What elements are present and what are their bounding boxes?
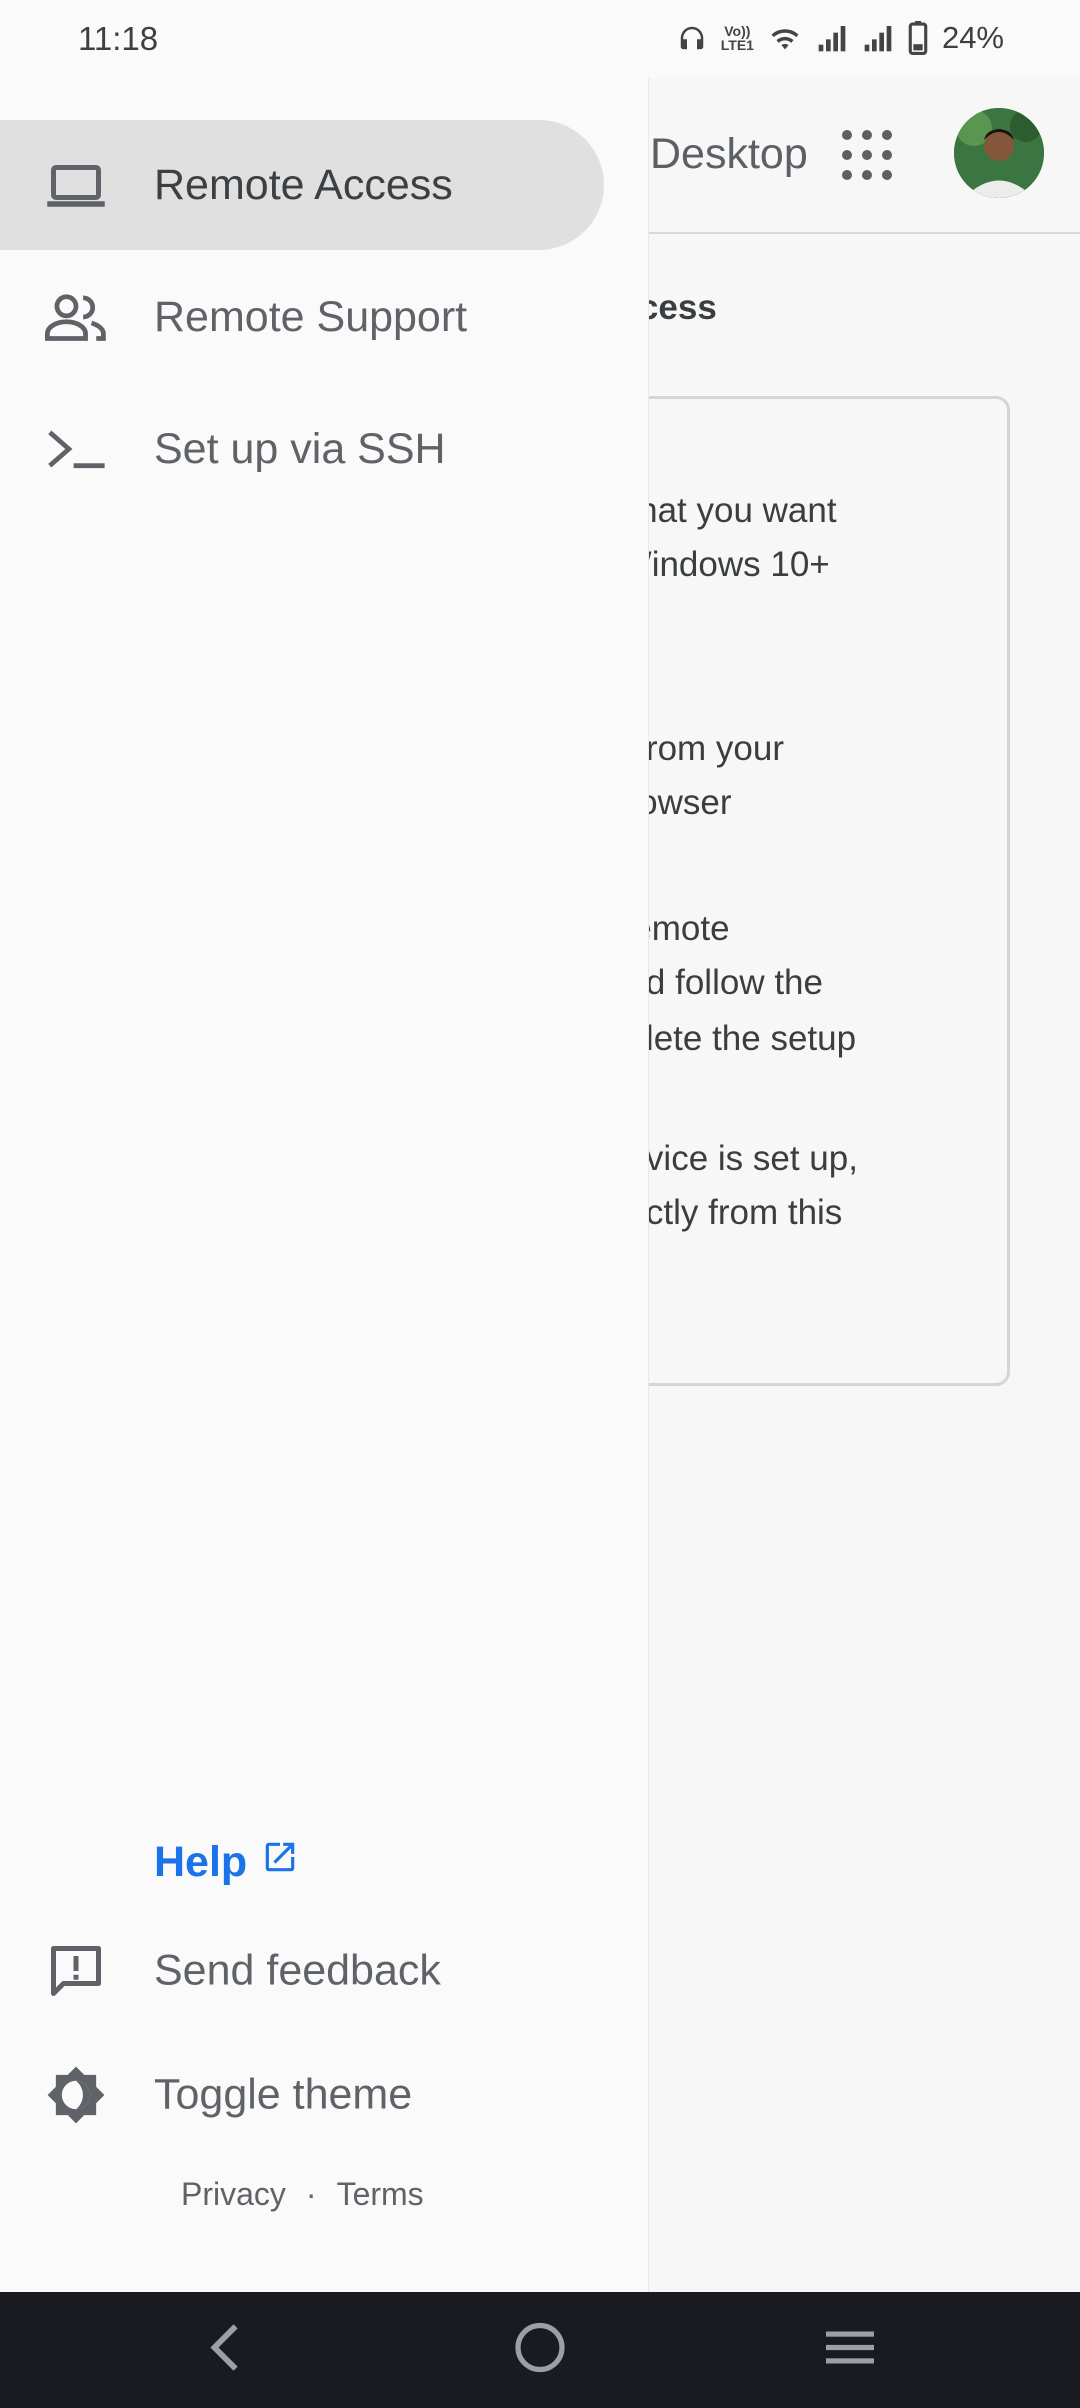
back-icon[interactable] <box>206 2323 246 2378</box>
terms-link[interactable]: Terms <box>337 2176 424 2213</box>
laptop-icon <box>44 153 108 217</box>
headphones-icon <box>677 23 707 53</box>
help-label: Help <box>154 1837 248 1886</box>
battery-percent: 24% <box>941 20 1004 55</box>
home-icon[interactable] <box>514 2322 566 2379</box>
brightness-icon <box>44 2063 108 2127</box>
recents-menu-icon[interactable] <box>824 2328 876 2373</box>
people-icon <box>44 285 108 349</box>
help-link[interactable]: Help <box>154 1832 299 1892</box>
footer-separator: · <box>305 2176 317 2212</box>
terminal-icon <box>44 417 108 481</box>
volte-icon: Vo)) LTE1 <box>721 24 754 52</box>
signal-icon <box>862 23 894 53</box>
privacy-link[interactable]: Privacy <box>181 2176 286 2213</box>
status-bar: 11:18 Vo)) LTE1 24% <box>0 0 1080 78</box>
navigation-drawer: Remote Access Remote Support Set up via … <box>0 0 649 2292</box>
battery-icon <box>908 21 928 55</box>
volte-bottom-text: LTE1 <box>720 37 754 53</box>
status-time: 11:18 <box>78 20 159 57</box>
signal-icon <box>816 23 848 53</box>
footer-links: Privacy · Terms <box>181 2176 424 2213</box>
toggle-theme-button[interactable]: Toggle theme <box>0 2040 620 2150</box>
toggle-theme-label: Toggle theme <box>154 2070 413 2119</box>
nav-item-label: Remote Support <box>154 292 468 341</box>
nav-item-label: Set up via SSH <box>154 424 446 473</box>
status-icons: Vo)) LTE1 24% <box>677 18 1004 58</box>
nav-item-setup-ssh[interactable]: Set up via SSH <box>0 384 604 514</box>
nav-item-remote-access[interactable]: Remote Access <box>0 120 604 250</box>
nav-item-remote-support[interactable]: Remote Support <box>0 252 604 382</box>
open-in-new-icon <box>261 1838 299 1887</box>
feedback-icon <box>44 1939 108 2003</box>
system-navigation-bar <box>0 2292 1080 2408</box>
wifi-icon <box>768 23 802 53</box>
volte-top-text: Vo)) <box>724 23 751 39</box>
send-feedback-label: Send feedback <box>154 1946 441 1995</box>
send-feedback-button[interactable]: Send feedback <box>0 1916 620 2026</box>
nav-item-label: Remote Access <box>154 160 453 209</box>
